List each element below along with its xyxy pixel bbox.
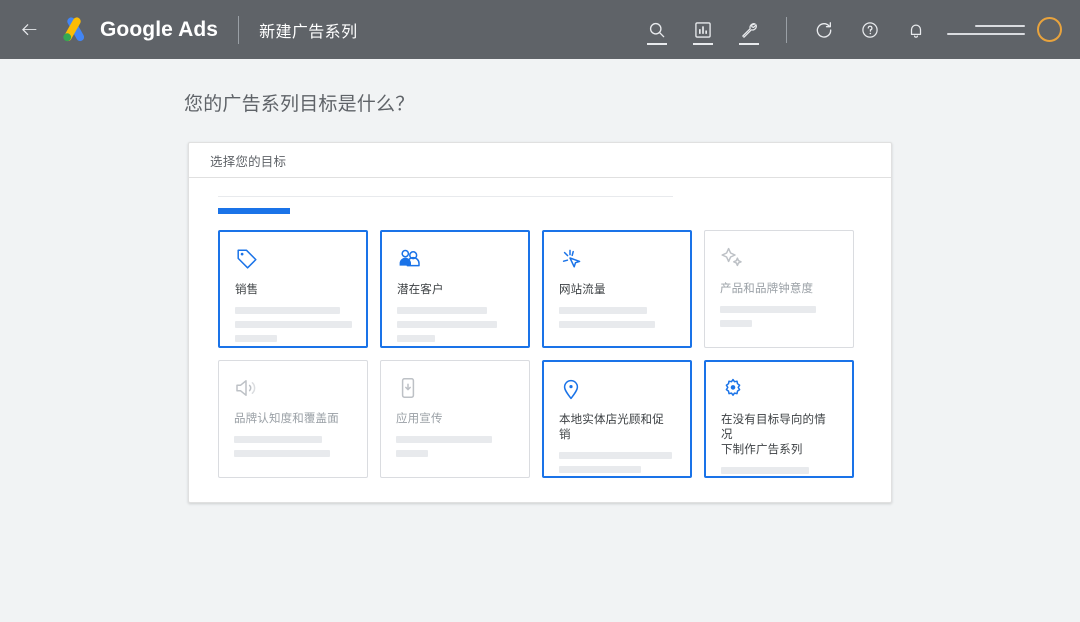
leads-people-icon — [397, 247, 513, 271]
placeholder-line — [721, 467, 809, 474]
app-bar-page-title: 新建广告系列 — [259, 18, 357, 42]
placeholder-line — [397, 307, 487, 314]
back-button[interactable] — [10, 11, 48, 49]
goal-card-description-placeholder — [234, 436, 352, 457]
placeholder-line — [720, 320, 752, 327]
refresh-icon[interactable] — [807, 13, 841, 47]
click-cursor-icon — [559, 247, 675, 271]
page-title: 您的广告系列目标是什么？ — [184, 89, 414, 116]
placeholder-line — [234, 450, 330, 457]
panel-body: 销售 潜在客户 网站流量 产品和品牌钟意度品牌认知度和覆盖面 应用宣传 本地实体店光顾和促… — [189, 178, 891, 502]
app-bar-separator — [786, 17, 787, 43]
speaker-icon — [234, 376, 352, 400]
app-bar-right — [634, 13, 1062, 47]
goal-card[interactable]: 本地实体店光顾和促销 — [542, 360, 692, 478]
search-icon[interactable] — [640, 13, 674, 47]
goal-card[interactable]: 网站流量 — [542, 230, 692, 348]
tag-icon — [235, 247, 351, 271]
account-line-top — [975, 25, 1025, 27]
goal-card-description-placeholder — [396, 436, 514, 457]
goal-card-grid: 销售 潜在客户 网站流量 产品和品牌钟意度品牌认知度和覆盖面 应用宣传 本地实体店光顾和促… — [218, 230, 865, 478]
goal-card[interactable]: 在没有目标导向的情况 下制作广告系列 — [704, 360, 854, 478]
bottom-band — [0, 540, 1080, 622]
notifications-icon[interactable] — [899, 13, 933, 47]
placeholder-line — [396, 450, 428, 457]
avatar[interactable] — [1037, 17, 1062, 42]
goal-card-label: 网站流量 — [559, 283, 675, 298]
goal-card-description-placeholder — [397, 307, 513, 342]
panel-header: 选择您的目标 — [189, 143, 891, 178]
goal-card-description-placeholder — [559, 307, 675, 328]
goal-card-label: 销售 — [235, 283, 351, 298]
reports-icon[interactable] — [686, 13, 720, 47]
placeholder-line — [559, 466, 641, 473]
goal-card-label: 本地实体店光顾和促销 — [559, 413, 675, 443]
placeholder-line — [397, 321, 497, 328]
main-content: 您的广告系列目标是什么？ 选择您的目标 销售 潜在客户 网站流量 产品和品牌钟意度品牌… — [0, 59, 1080, 563]
panel-divider — [218, 196, 673, 197]
placeholder-line — [235, 321, 352, 328]
goal-card-description-placeholder — [721, 467, 837, 478]
goal-card: 产品和品牌钟意度 — [704, 230, 854, 348]
arrow-left-icon — [18, 19, 40, 41]
goal-card-description-placeholder — [235, 307, 351, 342]
goal-selection-panel: 选择您的目标 销售 潜在客户 网站流量 产品和品牌钟意度品牌认知度和覆盖面 应用宣传 本地… — [188, 142, 892, 503]
app-bar: Google Ads 新建广告系列 — [0, 0, 1080, 59]
placeholder-line — [559, 452, 672, 459]
google-ads-logo — [58, 14, 90, 46]
help-icon[interactable] — [853, 13, 887, 47]
goal-card-label: 产品和品牌钟意度 — [720, 282, 838, 297]
mobile-app-icon — [396, 376, 514, 400]
goal-card-label: 在没有目标导向的情况 下制作广告系列 — [721, 413, 837, 458]
brand-home-link[interactable]: Google Ads — [58, 14, 218, 46]
placeholder-line — [396, 436, 492, 443]
goal-card[interactable]: 销售 — [218, 230, 368, 348]
placeholder-line — [235, 307, 340, 314]
goal-card-description-placeholder — [559, 452, 675, 473]
gear-icon — [721, 377, 837, 401]
progress-indicator — [218, 208, 290, 214]
placeholder-line — [397, 335, 435, 342]
location-pin-icon — [559, 377, 675, 401]
brand-name: Google Ads — [100, 18, 218, 42]
goal-card: 品牌认知度和覆盖面 — [218, 360, 368, 478]
placeholder-line — [559, 321, 655, 328]
sparkle-icon — [720, 246, 838, 270]
placeholder-line — [720, 306, 816, 313]
app-bar-left: Google Ads 新建广告系列 — [10, 11, 357, 49]
placeholder-line — [559, 307, 647, 314]
account-line-bottom — [947, 33, 1025, 35]
goal-card-label: 潜在客户 — [397, 283, 513, 298]
app-bar-divider — [238, 16, 239, 44]
goal-card-description-placeholder — [720, 306, 838, 327]
tools-icon[interactable] — [732, 13, 766, 47]
account-placeholder-lines[interactable] — [947, 19, 1025, 41]
goal-card-label: 品牌认知度和覆盖面 — [234, 412, 352, 427]
panel-header-label: 选择您的目标 — [210, 151, 286, 170]
placeholder-line — [235, 335, 277, 342]
goal-card[interactable]: 潜在客户 — [380, 230, 530, 348]
placeholder-line — [234, 436, 322, 443]
goal-card-label: 应用宣传 — [396, 412, 514, 427]
goal-card: 应用宣传 — [380, 360, 530, 478]
